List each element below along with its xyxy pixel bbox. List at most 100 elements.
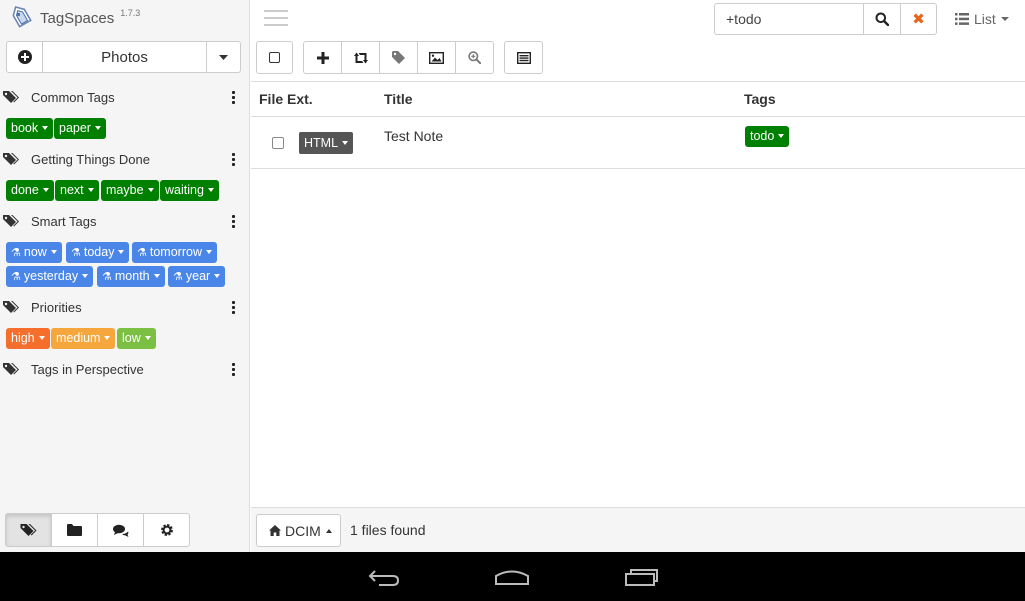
- flask-icon: ⚗: [137, 247, 147, 259]
- file-toolbar: [256, 41, 543, 74]
- status-bar: DCIM 1 files found: [251, 507, 1025, 552]
- close-icon: ✖: [912, 11, 925, 28]
- home-icon: [269, 525, 281, 536]
- back-button[interactable]: [364, 564, 404, 590]
- tag-icon: [392, 51, 405, 64]
- app-name: TagSpaces: [40, 9, 115, 27]
- tag-group-smart-tags[interactable]: Smart Tags: [0, 210, 245, 232]
- view-switch-label: List: [974, 11, 996, 27]
- plus-circle-icon: [17, 50, 32, 64]
- home-button[interactable]: [492, 564, 532, 590]
- tags-icon: [20, 524, 37, 536]
- tag-files-button[interactable]: [379, 41, 418, 74]
- tag-high[interactable]: high: [6, 328, 50, 349]
- caret-down-icon: [778, 133, 785, 138]
- tag-group-menu-icon[interactable]: [225, 359, 241, 379]
- tag-todo[interactable]: todo: [745, 126, 790, 147]
- search-button[interactable]: [863, 3, 901, 35]
- tag-group-common-tags[interactable]: Common Tags: [0, 86, 245, 108]
- checkbox-icon: [269, 52, 280, 63]
- reload-button[interactable]: [341, 41, 380, 74]
- tags-icon: [3, 363, 19, 375]
- files-found-text: 1 files found: [350, 522, 426, 538]
- app-window: TagSpaces 1.7.3 Photos Common Tags book …: [0, 0, 1025, 552]
- clear-search-button[interactable]: ✖: [900, 3, 937, 35]
- tag-yesterday[interactable]: ⚗ yesterday: [6, 266, 94, 287]
- zoom-in-icon: [468, 51, 481, 64]
- show-thumbnails-button[interactable]: [417, 41, 456, 74]
- tag-done[interactable]: done: [6, 180, 54, 201]
- create-file-button[interactable]: [303, 41, 342, 74]
- recent-apps-button[interactable]: [621, 564, 661, 590]
- tag-low[interactable]: low: [117, 328, 156, 349]
- retweet-icon: [353, 52, 368, 63]
- settings-button[interactable]: [143, 513, 190, 547]
- caret-down-icon: [87, 187, 94, 192]
- feedback-panel-button[interactable]: [97, 513, 144, 547]
- column-header-tags[interactable]: Tags: [744, 91, 776, 107]
- tag-paper[interactable]: paper: [54, 118, 106, 139]
- tag-book[interactable]: book: [6, 118, 54, 139]
- view-switch-button[interactable]: List: [955, 8, 1009, 30]
- tag-now[interactable]: ⚗ now: [6, 242, 62, 263]
- location-button[interactable]: DCIM: [256, 514, 341, 547]
- add-perspective-button[interactable]: [6, 41, 43, 73]
- flask-icon: ⚗: [71, 247, 81, 259]
- perspective-name-button[interactable]: Photos: [43, 41, 207, 73]
- column-header-title[interactable]: Title: [384, 91, 413, 107]
- tag-group-title: Common Tags: [31, 89, 115, 105]
- location-name: DCIM: [285, 522, 321, 539]
- tag-group-menu-icon[interactable]: [225, 297, 241, 317]
- sidebar-bottom-buttons: [5, 513, 190, 547]
- zoom-in-button[interactable]: [455, 41, 494, 74]
- tags-icon: [3, 215, 19, 227]
- tag-group-title: Getting Things Done: [31, 151, 150, 167]
- gear-icon: [160, 524, 173, 536]
- tag-today[interactable]: ⚗ today: [66, 242, 130, 263]
- tag-group-menu-icon[interactable]: [225, 87, 241, 107]
- caret-down-icon: [82, 273, 89, 278]
- tag-next[interactable]: next: [55, 180, 99, 201]
- recent-apps-icon: [625, 569, 658, 586]
- caret-down-icon: [104, 335, 111, 340]
- tag-tomorrow[interactable]: ⚗ tomorrow: [132, 242, 217, 263]
- caret-down-icon: [214, 273, 221, 278]
- tag-group-priorities[interactable]: Priorities: [0, 296, 245, 318]
- select-all-button[interactable]: [256, 41, 293, 74]
- tag-group-title: Priorities: [31, 299, 82, 315]
- tag-group-tags-in-perspective[interactable]: Tags in Perspective: [0, 358, 245, 380]
- image-icon: [429, 51, 444, 64]
- tags-icon: [3, 91, 19, 103]
- row-select-checkbox[interactable]: [272, 137, 284, 149]
- tag-group-menu-icon[interactable]: [225, 149, 241, 169]
- file-properties-button[interactable]: [504, 41, 543, 74]
- file-ext-badge[interactable]: HTML: [299, 132, 354, 154]
- caret-down-icon: [219, 54, 228, 60]
- home-icon: [495, 570, 529, 585]
- tag-group-getting-things-done[interactable]: Getting Things Done: [0, 148, 245, 170]
- tag-year[interactable]: ⚗ year: [168, 266, 226, 287]
- back-icon: [368, 570, 400, 586]
- file-table-header: File Ext. Title Tags: [251, 81, 1025, 117]
- column-header-file-ext[interactable]: File Ext.: [259, 91, 313, 107]
- search-input[interactable]: [714, 3, 864, 35]
- tags-panel-button[interactable]: [5, 513, 52, 547]
- caret-down-icon: [94, 125, 101, 130]
- tag-month[interactable]: ⚗ month: [97, 266, 165, 287]
- tag-maybe[interactable]: maybe: [101, 180, 159, 201]
- caret-down-icon: [118, 249, 125, 254]
- caret-down-icon: [42, 187, 49, 192]
- comments-icon: [112, 524, 128, 537]
- caret-down-icon: [144, 335, 151, 340]
- tag-waiting[interactable]: waiting: [160, 180, 219, 201]
- left-sidebar: TagSpaces 1.7.3 Photos Common Tags book …: [0, 0, 250, 552]
- toggle-sidebar-icon[interactable]: [264, 10, 288, 26]
- list-alt-icon: [516, 51, 531, 64]
- folders-panel-button[interactable]: [51, 513, 98, 547]
- perspective-dropdown-button[interactable]: [207, 41, 241, 73]
- file-title: Test Note: [384, 128, 444, 144]
- tags-icon: [3, 301, 19, 313]
- tag-group-menu-icon[interactable]: [225, 211, 241, 231]
- tag-medium[interactable]: medium: [51, 328, 116, 349]
- table-row[interactable]: HTML Test Note todo: [251, 117, 1025, 169]
